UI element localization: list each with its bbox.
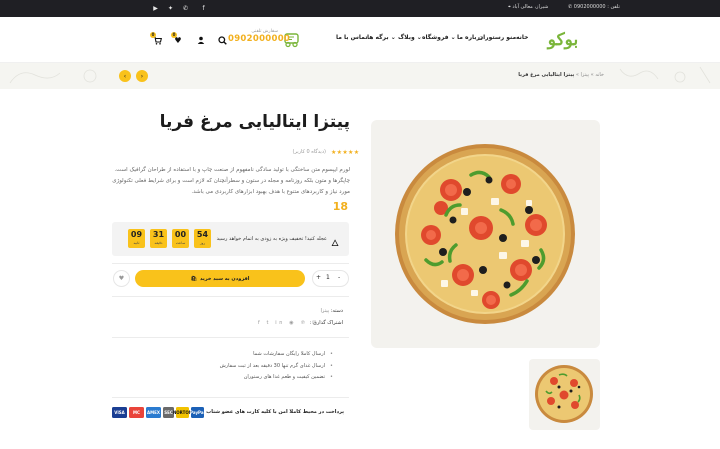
feature-list: ارسال کاملا رایگان سفارشات شما ارسال غذا… <box>173 349 333 384</box>
twitter-icon[interactable]: ✦ <box>166 4 175 13</box>
wishlist-count-badge: 0 <box>171 32 177 38</box>
facebook-icon[interactable]: f <box>199 4 208 13</box>
countdown-seconds: 09 ثانیه <box>128 229 145 248</box>
add-to-cart-label: افزودن به سبد خرید <box>199 275 250 282</box>
review-count-link[interactable]: (دیدگاه 0 کاربر) <box>292 149 326 155</box>
pizza-image <box>395 144 575 324</box>
background-doodle-pattern <box>9 66 711 84</box>
countdown-hours: 00 ساعت <box>172 229 189 248</box>
main-header: بوکو خانه منو رستوران درباره ما فروشگاه … <box>0 17 720 63</box>
quantity-stepper[interactable]: - 1 + <box>312 270 349 287</box>
divider <box>112 337 349 338</box>
topbar-phone: تلفن : 0902000000 ✆ <box>568 4 620 10</box>
pizza-thumbnail-image <box>535 365 593 423</box>
quantity-value[interactable]: 1 <box>326 274 330 281</box>
previous-product-button[interactable]: ‹ <box>119 70 131 82</box>
nav-item-menu[interactable]: منو رستوران <box>478 34 516 41</box>
paypal-icon: PayPal <box>190 407 205 418</box>
breadcrumb-category[interactable]: پیتزا <box>581 72 590 78</box>
phone-order[interactable]: سفارش تلفنی 0902000000 <box>228 29 291 44</box>
quantity-plus-button[interactable]: + <box>316 274 321 281</box>
address-text: شیراز، معالی آباد ⌖ <box>508 4 549 10</box>
category-link[interactable]: پیتزا <box>321 308 330 314</box>
secure-payment-text: پرداخت در محیط کاملا امن با کلیه کارت ها… <box>206 409 344 415</box>
breadcrumb-current: پیتزا ایتالیایی مرغ فریا <box>518 72 575 78</box>
divider <box>112 296 349 297</box>
list-item: ارسال غذای گرم تنها 30 دقیقه بعد از ثبت … <box>173 361 333 373</box>
cart-count-badge: 0 <box>150 32 156 38</box>
heart-icon: ♥ <box>118 275 125 282</box>
search-button[interactable] <box>215 33 229 47</box>
nav-item-shop[interactable]: فروشگاه ⌄ <box>422 34 456 41</box>
mastercard-icon: MC <box>129 407 144 418</box>
youtube-icon[interactable]: ▶ <box>151 4 160 13</box>
nav-item-about[interactable]: درباره ما <box>457 34 483 41</box>
chevron-right-icon: › <box>140 72 144 80</box>
flame-icon: 🜂 <box>331 239 339 249</box>
deal-countdown: 🜂 عجله کنید! تخفیف ویژه به زودی به اتمام… <box>112 222 349 256</box>
wishlist-button[interactable]: ♥ 0 <box>171 32 185 47</box>
divider <box>112 397 349 398</box>
product-category: دسته: پیتزا <box>320 308 343 314</box>
account-button[interactable] <box>194 33 208 47</box>
nav-item-blog[interactable]: وبلاگ ⌄ <box>398 34 422 41</box>
cart-button[interactable]: 0 <box>150 32 164 47</box>
phone-order-number: 0902000000 <box>228 34 291 44</box>
countdown-minutes: 31 دقیقه <box>150 229 167 248</box>
basket-icon: 🛍 <box>190 275 197 282</box>
share-icons[interactable]: f t in ◉ ℗ ✉ <box>258 320 319 326</box>
location-pin-icon: ⌖ <box>508 4 511 10</box>
breadcrumb-home[interactable]: خانه <box>595 72 604 78</box>
list-item: تضمین کیفیت و طعم غذا های رستوران <box>173 372 333 384</box>
quantity-minus-button[interactable]: - <box>338 274 340 281</box>
add-to-cart-button[interactable]: افزودن به سبد خرید 🛍 <box>135 270 305 287</box>
list-item: ارسال کاملا رایگان سفارشات شما <box>173 349 333 361</box>
whatsapp-icon[interactable]: ✆ <box>181 4 190 13</box>
product-main-image[interactable] <box>371 120 600 348</box>
payment-badges: VISA MC AMEX SEC NORTON PayPal <box>112 407 205 418</box>
norton-badge-icon: NORTON <box>173 407 192 418</box>
amex-card-icon: AMEX <box>146 407 161 418</box>
deal-text: عجله کنید! تخفیف ویژه به زودی به اتمام خ… <box>216 236 327 242</box>
rating-stars: ★★★★★ <box>331 149 360 156</box>
site-logo[interactable]: بوکو <box>534 27 592 53</box>
top-bar: ▶ ✦ ✆ f شیراز، معالی آباد ⌖ تلفن : 09020… <box>0 0 720 17</box>
product-title: پیتزا ایتالیایی مرغ فریا <box>159 112 350 132</box>
product-price: 18 <box>332 200 348 213</box>
chevron-down-icon: ⌄ <box>450 34 456 41</box>
chevron-down-icon: ⌄ <box>416 34 422 41</box>
visa-card-icon: VISA <box>112 407 127 418</box>
search-icon <box>217 35 227 45</box>
add-to-wishlist-button[interactable]: ♥ <box>113 270 130 287</box>
user-icon <box>197 36 205 44</box>
nav-item-pages[interactable]: برگه ها ⌄ <box>367 34 396 41</box>
breadcrumb-band: خانه » پیتزا » پیتزا ایتالیایی مرغ فریا … <box>0 63 720 89</box>
chevron-down-icon: ⌄ <box>390 34 396 41</box>
product-description: لورم ایپسوم متن ساختگی با تولید سادگی نا… <box>112 167 350 195</box>
product-thumbnail[interactable] <box>529 359 600 430</box>
countdown-days: 54 روز <box>194 229 211 248</box>
divider <box>112 263 349 264</box>
nav-item-home[interactable]: خانه <box>516 34 528 41</box>
breadcrumb: خانه » پیتزا » پیتزا ایتالیایی مرغ فریا <box>518 72 604 78</box>
phone-icon: ✆ <box>568 4 573 10</box>
next-product-button[interactable]: › <box>136 70 148 82</box>
chevron-left-icon: ‹ <box>123 72 127 80</box>
nav-item-contact[interactable]: تماس با ما <box>336 34 367 41</box>
